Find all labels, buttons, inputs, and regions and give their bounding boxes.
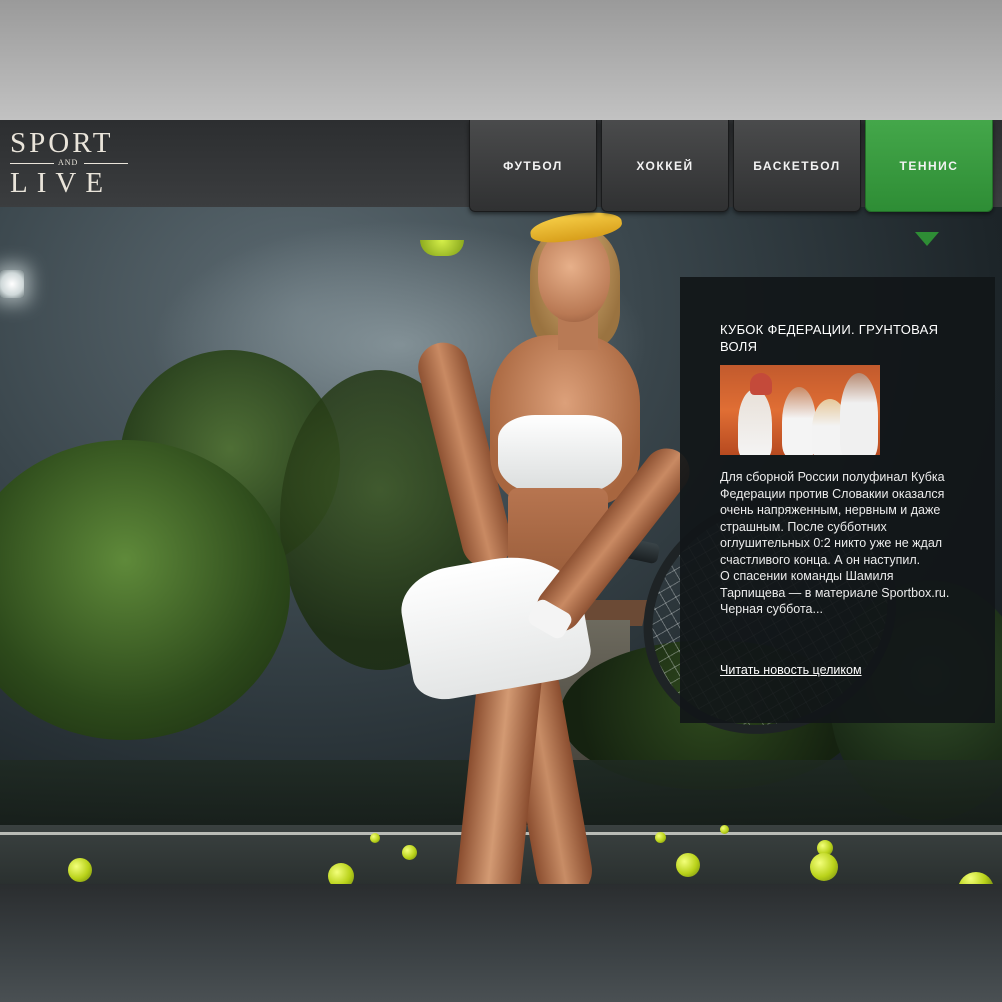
- news-line: оглушительных 0:2 никто уже не ждал: [720, 536, 943, 550]
- news-line: О спасении команды Шамиля: [720, 569, 894, 583]
- tennis-ball: [655, 832, 666, 843]
- stadium-light: [0, 270, 24, 298]
- news-line: счастливого конца. А он наступил.: [720, 552, 921, 567]
- read-full-news-link[interactable]: Читать новость целиком: [720, 663, 862, 677]
- news-line: Федерации против Словакии оказался: [720, 486, 945, 501]
- nav-tab-football[interactable]: ФУТБОЛ: [469, 120, 597, 212]
- tennis-ball: [328, 863, 354, 884]
- tennis-ball: [68, 858, 92, 882]
- news-line: страшным. После субботних: [720, 519, 887, 534]
- news-line: очень напряженным, нервным и даже: [720, 503, 941, 517]
- news-summary: Для сборной России полуфинал Кубка Федер…: [720, 469, 955, 618]
- news-line: Черная суббота...: [720, 602, 823, 616]
- nav-tab-hockey[interactable]: ХОККЕЙ: [601, 120, 729, 212]
- logo-word-live: LIVE: [10, 167, 113, 199]
- top-background: [0, 0, 1002, 120]
- news-line: Для сборной России полуфинал Кубка: [720, 470, 945, 484]
- tennis-player: [380, 207, 699, 884]
- site-logo[interactable]: SPORT AND LIVE: [10, 128, 130, 200]
- tennis-ball: [720, 825, 729, 834]
- news-title[interactable]: КУБОК ФЕДЕРАЦИИ. ГРУНТОВАЯ ВОЛЯ: [720, 321, 955, 355]
- tennis-ball: [676, 853, 700, 877]
- player-top: [498, 415, 622, 495]
- news-photo[interactable]: [720, 365, 880, 455]
- news-line: Тарпищева — в материале Sportbox.ru.: [720, 585, 950, 600]
- player-head: [538, 230, 610, 322]
- active-tab-pointer: [915, 232, 939, 246]
- nav-tab-basketball[interactable]: БАСКЕТБОЛ: [733, 120, 861, 212]
- logo-word-sport: SPORT: [10, 127, 114, 159]
- news-panel: КУБОК ФЕДЕРАЦИИ. ГРУНТОВАЯ ВОЛЯ Для сбор…: [680, 277, 995, 723]
- nav-tab-tennis[interactable]: ТЕННИС: [865, 120, 993, 212]
- tennis-ball: [370, 833, 380, 843]
- tennis-ball: [810, 853, 838, 881]
- bottom-background: [0, 884, 1002, 1002]
